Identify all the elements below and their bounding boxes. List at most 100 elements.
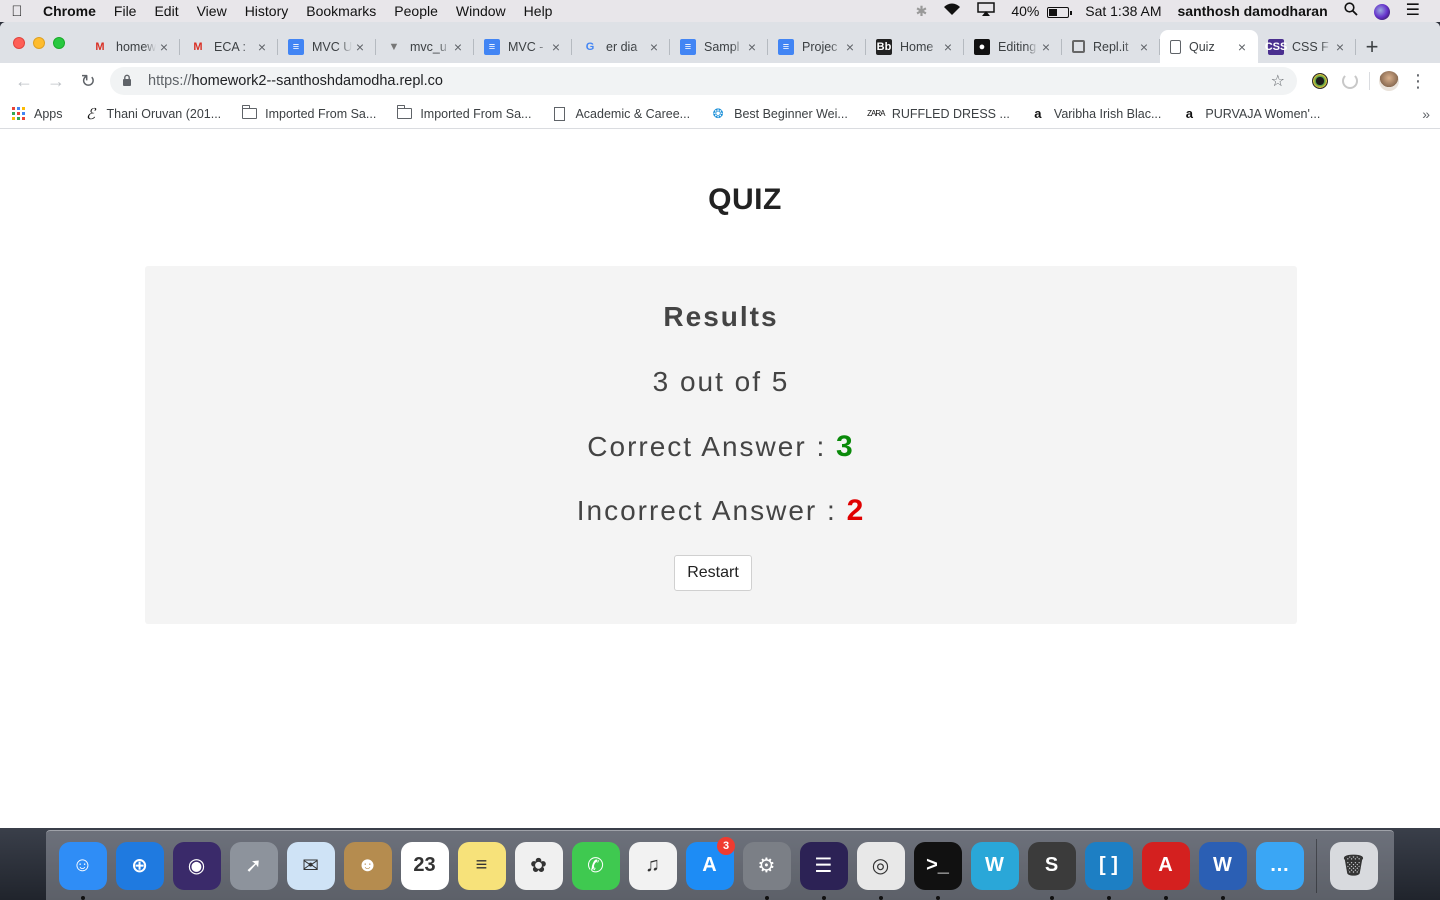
bookmark-star-icon[interactable]: ☆ [1271,71,1285,91]
bookmark-item[interactable]: a PURVAJA Women'... [1181,106,1321,122]
google-icon: G [585,40,595,53]
bookmark-item[interactable]: ❂ Best Beginner Wei... [710,106,848,122]
extension-color-icon[interactable] [1305,67,1335,95]
browser-tab[interactable]: Repl.it × [1062,30,1160,63]
browser-tab[interactable]: Mhomew × [82,30,180,63]
close-tab-icon[interactable]: × [352,39,368,55]
terminal-icon: >_ [913,841,962,890]
spotlight-icon[interactable] [1336,0,1366,22]
tab-title: MVC - [508,39,544,54]
dock-item[interactable]: … [1251,831,1308,900]
menu-file[interactable]: File [105,0,146,22]
close-tab-icon[interactable]: × [156,39,172,55]
browser-tab[interactable]: Bb Home × [866,30,964,63]
zoom-window-button[interactable] [53,37,65,49]
profile-avatar[interactable] [1374,67,1404,95]
browser-tab[interactable]: CSS CSS F × [1258,30,1356,63]
dock-item[interactable]: ☰ [795,831,852,900]
forward-button[interactable]: → [40,67,72,95]
close-tab-icon[interactable]: × [940,39,956,55]
browser-tab[interactable]: Quiz × [1160,30,1258,63]
back-button[interactable]: ← [8,67,40,95]
browser-tab[interactable]: ≡ Projec × [768,30,866,63]
close-tab-icon[interactable]: × [744,39,760,55]
menu-history[interactable]: History [236,0,298,22]
clock[interactable]: Sat 1:38 AM [1077,0,1169,22]
new-tab-button[interactable]: + [1356,30,1388,63]
dock-item[interactable]: ☻ [339,831,396,900]
browser-tab[interactable]: ≡ MVC U × [278,30,376,63]
close-tab-icon[interactable]: × [1136,39,1152,55]
close-tab-icon[interactable]: × [450,39,466,55]
close-tab-icon[interactable]: × [842,39,858,55]
bookmark-item[interactable]: ZARA RUFFLED DRESS ... [867,106,1010,122]
dock-item[interactable]: ◎ [852,831,909,900]
browser-tab[interactable]: Ger dia × [572,30,670,63]
dock-item[interactable]: S [1023,831,1080,900]
browser-tab[interactable]: ≡ Sampl × [670,30,768,63]
bookmark-item[interactable]: Imported From Sa... [241,105,376,122]
dock-item[interactable]: ➚ [225,831,282,900]
address-bar[interactable]: https:// homework2--santhoshdamodha.repl… [110,67,1297,95]
dock-item[interactable]: A [1137,831,1194,900]
close-tab-icon[interactable]: × [1038,39,1054,55]
menu-app-name[interactable]: Chrome [34,0,105,22]
dock-item[interactable]: 23 [396,831,453,900]
dock-item[interactable]: ☺ [54,831,111,900]
bookmark-item[interactable]: Imported From Sa... [396,105,531,122]
bluetooth-icon[interactable]: ✱ [908,0,936,22]
apple-menu-icon[interactable]:  [0,3,34,20]
results-card: Results 3 out of 5 Correct Answer : 3 In… [145,266,1297,624]
airplay-icon[interactable] [969,0,1003,22]
restart-button[interactable]: Restart [674,555,752,591]
dock-item[interactable]: ⊕ [111,831,168,900]
dock-item[interactable]: ♫ [624,831,681,900]
dock-item[interactable]: ≡ [453,831,510,900]
close-tab-icon[interactable]: × [1332,39,1348,55]
user-name[interactable]: santhosh damodharan [1170,0,1336,22]
dock-item[interactable]: W [1194,831,1251,900]
chrome-menu-icon[interactable]: ⋮ [1404,67,1432,95]
menu-help[interactable]: Help [515,0,562,22]
dock-item[interactable]: ✿ [510,831,567,900]
close-window-button[interactable] [13,37,25,49]
dock-item[interactable]: >_ [909,831,966,900]
bookmark-item[interactable]: ℰ Thani Oruvan (201... [83,105,221,123]
browser-tab[interactable]: ≡ MVC - × [474,30,572,63]
dock-item[interactable]: A3 [681,831,738,900]
dock-item[interactable]: ✆ [567,831,624,900]
bookmark-item[interactable]: a Varibha Irish Blac... [1030,106,1161,122]
browser-tab[interactable]: ● Editing × [964,30,1062,63]
browser-tab[interactable]: M ECA : × [180,30,278,63]
browser-tab[interactable]: ▼ mvc_u × [376,30,474,63]
minimize-window-button[interactable] [33,37,45,49]
battery-status[interactable]: 40% [1003,0,1077,22]
close-tab-icon[interactable]: × [254,39,270,55]
dock-item[interactable]: ⚙ [738,831,795,900]
dock-item[interactable]: [ ] [1080,831,1137,900]
menu-window[interactable]: Window [447,0,515,22]
notification-center-icon[interactable]: ☰ [1398,0,1428,22]
bookmark-apps[interactable]: Apps [10,106,63,122]
reload-button[interactable]: ↻ [72,67,104,95]
menu-edit[interactable]: Edit [145,0,187,22]
bookmarks-overflow-icon[interactable]: » [1422,106,1430,122]
wifi-icon[interactable] [935,0,969,22]
menu-people[interactable]: People [385,0,447,22]
bookmark-item[interactable]: Academic & Caree... [551,106,690,122]
score-text: 3 out of 5 [652,366,790,397]
dock-item[interactable]: W [966,831,1023,900]
page-icon [551,106,567,122]
close-tab-icon[interactable]: × [548,39,564,55]
dock-item[interactable]: ✉ [282,831,339,900]
close-tab-icon[interactable]: × [1234,39,1250,55]
dock-item[interactable]: ◉ [168,831,225,900]
lock-icon[interactable] [122,74,138,89]
menu-view[interactable]: View [188,0,236,22]
dock-item[interactable]: 🗑 [1325,831,1382,900]
extension-sync-icon[interactable] [1335,67,1365,95]
close-tab-icon[interactable]: × [646,39,662,55]
battery-icon [1047,6,1073,18]
menu-bookmarks[interactable]: Bookmarks [297,0,385,22]
siri-icon[interactable] [1366,0,1398,22]
